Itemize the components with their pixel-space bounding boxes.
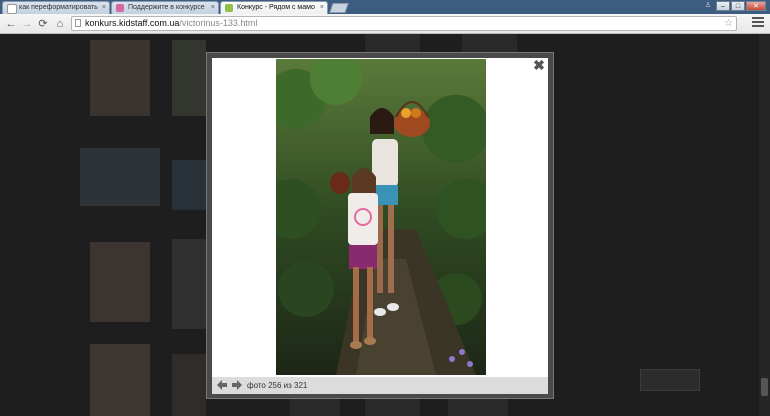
- user-icon[interactable]: ♙: [701, 1, 715, 11]
- home-icon[interactable]: ⌂: [53, 17, 67, 31]
- gallery-thumbnail: [365, 34, 420, 52]
- gallery-thumbnail: [90, 344, 150, 416]
- gallery-thumbnail: [80, 148, 160, 206]
- photo-counter: фото 256 из 321: [247, 381, 308, 390]
- forward-arrow-icon[interactable]: →: [20, 17, 34, 31]
- page-favicon-icon: [7, 4, 17, 14]
- lightbox-content: [212, 58, 548, 379]
- gallery-thumbnail: [462, 34, 517, 52]
- scrollbar-thumb[interactable]: [761, 378, 768, 396]
- gallery-thumbnail: [90, 40, 150, 116]
- window-controls: ♙ – □ ✕: [701, 1, 766, 11]
- contest-photo: [276, 59, 486, 375]
- tab-1-title: как переформатировать: [19, 4, 98, 11]
- gallery-thumbnail: [172, 40, 206, 116]
- lightbox-close-icon[interactable]: ✖: [532, 58, 546, 72]
- tab-2-close-icon[interactable]: ×: [211, 2, 215, 14]
- tab-3-close-icon[interactable]: ×: [320, 2, 324, 14]
- tab-2-title: Поддержите в конкурсе: [128, 4, 205, 11]
- browser-toolbar: ← → ⟳ ⌂ konkurs.kidstaff.com.ua/victorin…: [0, 14, 770, 34]
- gallery-thumbnail: [448, 399, 508, 416]
- tab-1-close-icon[interactable]: ×: [102, 2, 106, 14]
- gallery-thumbnail: [290, 399, 340, 416]
- konkurs-favicon-icon: [225, 4, 233, 12]
- back-arrow-icon[interactable]: ←: [4, 17, 18, 31]
- tab-3-title: Конкурс - Рядом с мамо: [237, 4, 315, 11]
- maximize-button[interactable]: □: [731, 1, 745, 11]
- gallery-thumbnail: [365, 399, 420, 416]
- tab-3-active[interactable]: Конкурс - Рядом с мамо ×: [220, 1, 328, 14]
- bookmark-star-icon[interactable]: ☆: [724, 17, 733, 30]
- photo-lightbox: ✖ фото 256 из 321: [206, 52, 554, 399]
- next-photo-arrow-icon[interactable]: [231, 379, 243, 391]
- reload-icon[interactable]: ⟳: [36, 17, 50, 31]
- chrome-menu-icon[interactable]: [752, 17, 764, 29]
- scrollbar-track[interactable]: [759, 34, 770, 416]
- kidstaff-favicon-icon: [116, 4, 124, 12]
- gallery-thumbnail: [90, 242, 150, 322]
- tab-1[interactable]: как переформатировать ×: [2, 1, 110, 14]
- page-icon: [75, 19, 81, 27]
- dimmed-page-button: [640, 369, 700, 391]
- tab-strip: как переформатировать × Поддержите в кон…: [0, 0, 770, 14]
- minimize-button[interactable]: –: [716, 1, 730, 11]
- address-bar[interactable]: konkurs.kidstaff.com.ua/victorinus-133.h…: [71, 16, 737, 31]
- tab-2[interactable]: Поддержите в конкурсе ×: [111, 1, 219, 14]
- lightbox-footer: фото 256 из 321: [212, 377, 548, 394]
- new-tab-button[interactable]: [329, 3, 349, 13]
- previous-photo-arrow-icon[interactable]: [216, 379, 228, 391]
- close-window-button[interactable]: ✕: [746, 1, 766, 11]
- url-host: konkurs.kidstaff.com.ua: [85, 18, 180, 28]
- url-path: /victorinus-133.html: [179, 18, 258, 28]
- gallery-thumbnail: [172, 354, 206, 416]
- gallery-thumbnail: [172, 239, 206, 329]
- gallery-thumbnail: [172, 160, 206, 210]
